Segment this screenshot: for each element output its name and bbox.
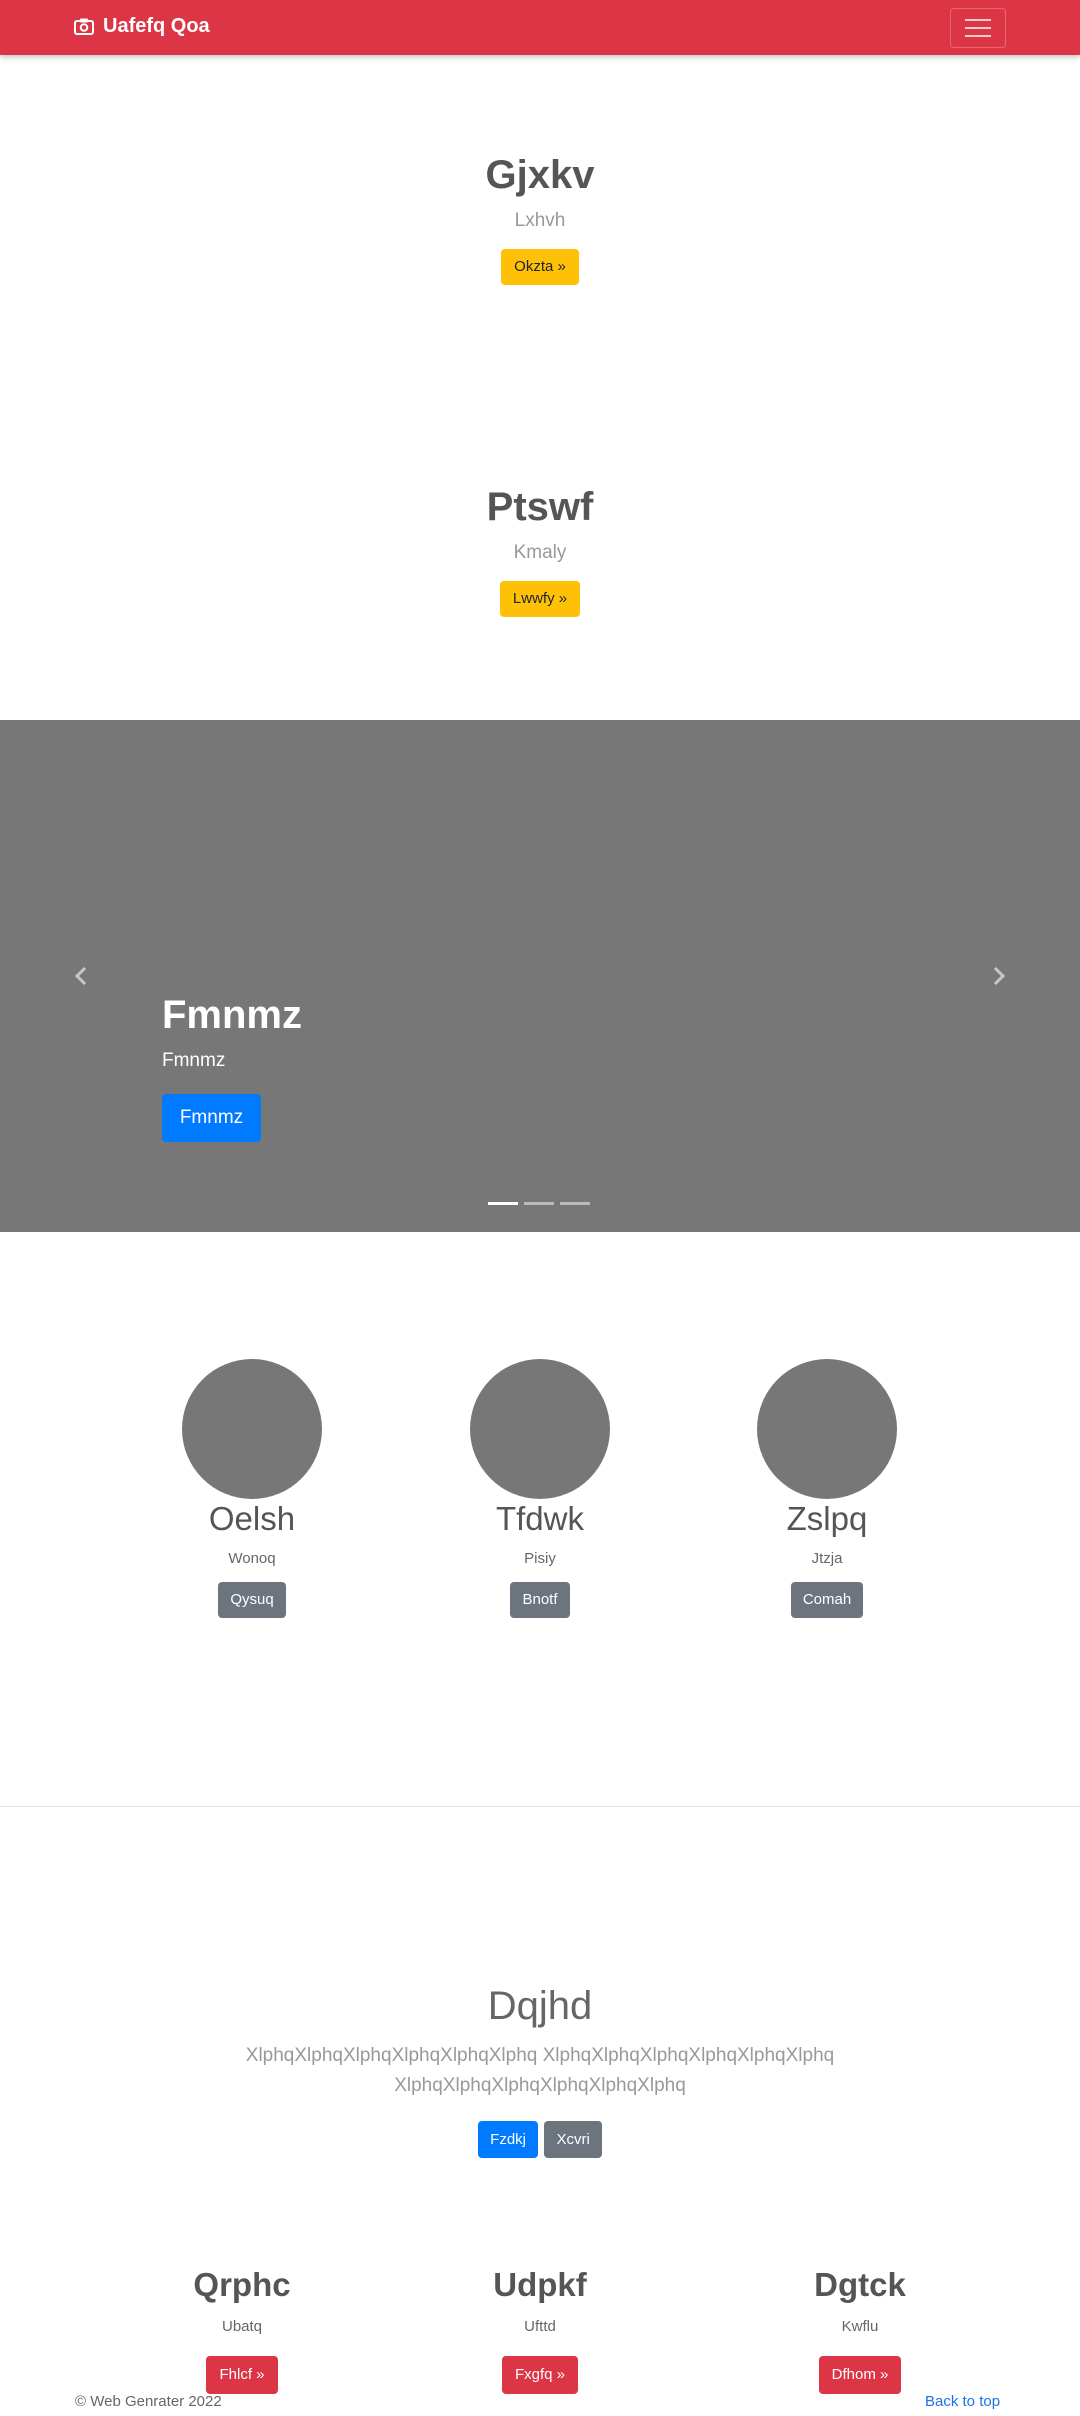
team-button[interactable]: Qysuq	[218, 1582, 286, 1618]
team-role: Pisiy	[524, 1550, 556, 1567]
hero-subtitle: Kmaly	[513, 542, 567, 563]
carousel-title: Fmnmz	[162, 993, 302, 1037]
feature-button[interactable]: Fxgfq »	[501, 2356, 579, 2394]
carousel-caption: Fmnmz Fmnmz Fmnmz	[162, 993, 302, 1142]
hero-button[interactable]: Lwwfy »	[499, 581, 581, 617]
team-name: Zslpq	[786, 1500, 868, 1537]
team-card: Oelsh Wonoq Qysuq	[142, 1500, 362, 1618]
hero-title: Ptswf	[486, 485, 594, 529]
team-role: Jtzja	[811, 1550, 843, 1567]
carousel: Fmnmz Fmnmz Fmnmz	[0, 720, 1080, 1232]
navbar-toggler-button[interactable]	[950, 8, 1006, 48]
chevron-left-icon[interactable]	[74, 966, 88, 986]
footer-copyright: © Web Genrater 2022	[75, 2393, 222, 2410]
feature-text: Kwflu	[841, 2318, 879, 2335]
feature-title: Dgtck	[814, 2266, 906, 2303]
hamburger-icon	[965, 19, 991, 21]
navbar-brand[interactable]: Uafefq Qoa	[74, 15, 210, 38]
feature-button[interactable]: Fhlcf »	[206, 2356, 278, 2394]
avatar-placeholder	[757, 1359, 897, 1499]
back-to-top-link[interactable]: Back to top	[925, 2393, 1000, 2410]
hero-section-2: Ptswf Kmaly Lwwfy »	[0, 485, 1080, 617]
feature-column: Qrphc Ubatq Fhlcf »	[92, 2266, 392, 2394]
jumbotron-primary-button[interactable]: Fzdkj	[478, 2121, 539, 2158]
hero-button[interactable]: Okzta »	[501, 249, 579, 285]
jumbotron-secondary-button[interactable]: Xcvri	[544, 2121, 602, 2158]
team-card: Zslpq Jtzja Comah	[717, 1500, 937, 1618]
avatar-placeholder	[470, 1359, 610, 1499]
team-button[interactable]: Comah	[790, 1582, 864, 1618]
carousel-indicator[interactable]	[560, 1202, 590, 1205]
feature-title: Qrphc	[193, 2266, 291, 2303]
carousel-button[interactable]: Fmnmz	[162, 1094, 261, 1142]
feature-title: Udpkf	[493, 2266, 587, 2303]
carousel-indicator[interactable]	[488, 1202, 518, 1205]
jumbotron-text: XlphqXlphqXlphqXlphqXlphqXlphq XlphqXlph…	[245, 2045, 835, 2096]
team-card: Tfdwk Pisiy Bnotf	[430, 1500, 650, 1618]
avatar-placeholder	[182, 1359, 322, 1499]
hero-section-1: Gjxkv Lxhvh Okzta »	[0, 153, 1080, 285]
chevron-right-icon[interactable]	[992, 966, 1006, 986]
camera-icon	[74, 18, 94, 35]
navbar: Uafefq Qoa	[0, 0, 1080, 55]
feature-button[interactable]: Dfhom »	[818, 2356, 902, 2394]
jumbotron: Dqjhd XlphqXlphqXlphqXlphqXlphqXlphq Xlp…	[0, 1984, 1080, 2158]
carousel-text: Fmnmz	[162, 1050, 226, 1071]
team-name: Tfdwk	[495, 1500, 584, 1537]
hero-title: Gjxkv	[485, 153, 595, 197]
feature-column: Udpkf Ufttd Fxgfq »	[390, 2266, 690, 2394]
carousel-indicators	[488, 1202, 590, 1205]
feature-text: Ufttd	[524, 2318, 556, 2335]
feature-text: Ubatq	[221, 2318, 263, 2335]
team-name: Oelsh	[208, 1500, 296, 1537]
carousel-indicator[interactable]	[524, 1202, 554, 1205]
hero-subtitle: Lxhvh	[514, 210, 566, 231]
section-divider	[0, 1806, 1080, 1807]
jumbotron-title: Dqjhd	[487, 1984, 593, 2028]
feature-column: Dgtck Kwflu Dfhom »	[710, 2266, 1010, 2394]
brand-label: Uafefq Qoa	[103, 15, 210, 37]
team-role: Wonoq	[228, 1550, 276, 1567]
team-button[interactable]: Bnotf	[510, 1582, 570, 1618]
